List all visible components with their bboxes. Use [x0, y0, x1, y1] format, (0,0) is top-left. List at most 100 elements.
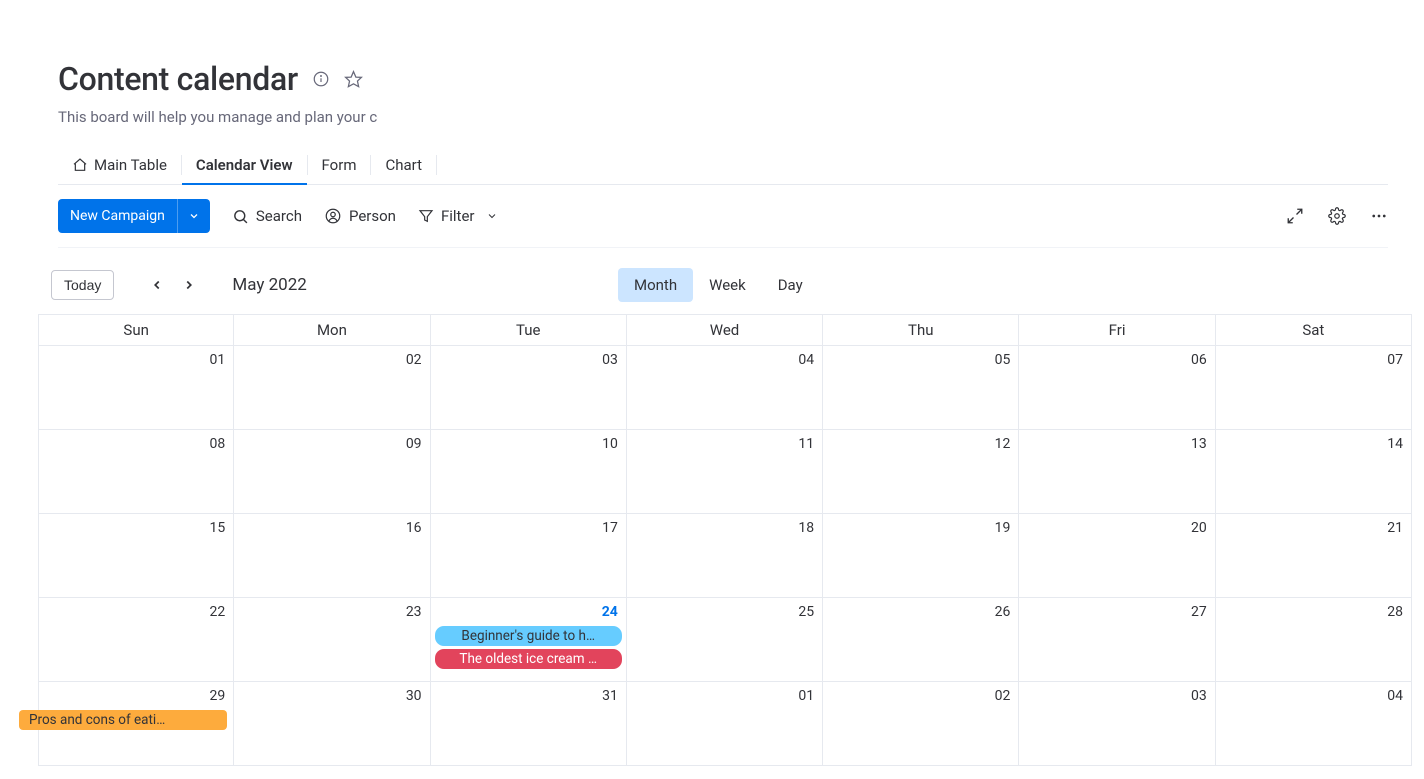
day-cell[interactable]: 16 — [234, 514, 430, 598]
day-cell[interactable]: 08 — [38, 430, 234, 514]
day-cell[interactable]: 23 — [234, 598, 430, 682]
star-icon[interactable] — [344, 70, 363, 89]
day-cell[interactable]: 02 — [234, 346, 430, 430]
day-cell[interactable]: 03 — [431, 346, 627, 430]
tab-form[interactable]: Form — [308, 146, 371, 184]
day-cell[interactable]: 28 — [1216, 598, 1412, 682]
day-cell[interactable]: 12 — [823, 430, 1019, 514]
person-button[interactable]: Person — [324, 207, 396, 225]
day-number: 28 — [1387, 604, 1403, 620]
chevron-down-icon[interactable] — [177, 199, 210, 233]
day-cell[interactable]: 25 — [627, 598, 823, 682]
day-number: 15 — [210, 520, 226, 536]
day-cell[interactable]: 26 — [823, 598, 1019, 682]
day-number: 12 — [995, 436, 1011, 452]
day-cell[interactable]: 01 — [627, 682, 823, 766]
day-cell[interactable]: 11 — [627, 430, 823, 514]
calendar-event[interactable]: Beginner's guide to h… — [435, 626, 622, 646]
next-month-icon[interactable] — [182, 278, 196, 292]
more-icon[interactable] — [1370, 207, 1388, 225]
calendar-event[interactable]: The oldest ice cream … — [435, 649, 622, 669]
day-cell[interactable]: 31 — [431, 682, 627, 766]
today-button[interactable]: Today — [51, 270, 114, 300]
day-header: Sat — [1216, 315, 1412, 346]
day-header: Tue — [431, 315, 627, 346]
day-header: Sun — [38, 315, 234, 346]
calendar-event[interactable]: Pros and cons of eati… — [19, 710, 227, 730]
page-subtitle: This board will help you manage and plan… — [58, 108, 378, 126]
day-cell[interactable]: 10 — [431, 430, 627, 514]
day-cell[interactable]: 02 — [823, 682, 1019, 766]
day-cell[interactable]: 14 — [1216, 430, 1412, 514]
day-cell[interactable]: 19 — [823, 514, 1019, 598]
day-cell[interactable]: 03 — [1019, 682, 1215, 766]
day-number: 04 — [798, 352, 814, 368]
day-number: 26 — [995, 604, 1011, 620]
filter-button[interactable]: Filter — [418, 207, 498, 225]
day-cell[interactable]: 09 — [234, 430, 430, 514]
day-number: 25 — [798, 604, 814, 620]
search-button[interactable]: Search — [232, 207, 302, 225]
day-cell[interactable]: 24 Beginner's guide to h… The oldest ice c… — [431, 598, 627, 682]
day-number: 10 — [602, 436, 618, 452]
day-cell[interactable]: 05 — [823, 346, 1019, 430]
new-campaign-button[interactable]: New Campaign — [58, 199, 210, 233]
day-number: 24 — [602, 604, 618, 620]
divider — [436, 155, 437, 175]
calendar-nav: Today May 2022 Month Week Day — [58, 248, 1388, 314]
day-header: Wed — [627, 315, 823, 346]
day-cell[interactable]: 13 — [1019, 430, 1215, 514]
view-day-button[interactable]: Day — [762, 268, 819, 302]
day-number: 09 — [406, 436, 422, 452]
day-number: 03 — [1191, 688, 1207, 704]
day-number: 20 — [1191, 520, 1207, 536]
day-cell[interactable]: 30 — [234, 682, 430, 766]
day-cell[interactable]: 29Pros and cons of eati… — [38, 682, 234, 766]
tab-label: Chart — [385, 156, 422, 174]
day-number: 19 — [995, 520, 1011, 536]
month-label: May 2022 — [232, 275, 306, 295]
day-number: 03 — [602, 352, 618, 368]
tab-calendar-view[interactable]: Calendar View — [182, 146, 307, 184]
tab-chart[interactable]: Chart — [371, 146, 436, 184]
day-header: Thu — [823, 315, 1019, 346]
day-number: 04 — [1387, 688, 1403, 704]
day-number: 23 — [406, 604, 422, 620]
filter-icon — [418, 208, 434, 224]
day-cell[interactable]: 15 — [38, 514, 234, 598]
view-week-button[interactable]: Week — [693, 268, 762, 302]
info-icon[interactable] — [312, 70, 330, 88]
tab-label: Main Table — [94, 156, 167, 174]
search-icon — [232, 208, 249, 225]
day-number: 11 — [798, 436, 814, 452]
day-cell[interactable]: 06 — [1019, 346, 1215, 430]
expand-icon[interactable] — [1286, 207, 1304, 225]
gear-icon[interactable] — [1328, 207, 1346, 225]
view-month-button[interactable]: Month — [618, 268, 693, 302]
day-number: 02 — [406, 352, 422, 368]
day-cell[interactable]: 27 — [1019, 598, 1215, 682]
view-tabs: Main Table Calendar View Form Chart — [58, 146, 1388, 185]
day-number: 27 — [1191, 604, 1207, 620]
prev-month-icon[interactable] — [150, 278, 164, 292]
day-cell[interactable]: 17 — [431, 514, 627, 598]
day-cell[interactable]: 18 — [627, 514, 823, 598]
person-label: Person — [349, 207, 396, 225]
day-number: 06 — [1191, 352, 1207, 368]
day-cell[interactable]: 20 — [1019, 514, 1215, 598]
day-cell[interactable]: 04 — [627, 346, 823, 430]
chevron-down-icon — [486, 210, 498, 222]
day-number: 08 — [210, 436, 226, 452]
day-header: Fri — [1019, 315, 1215, 346]
person-icon — [324, 207, 342, 225]
day-header: Mon — [234, 315, 430, 346]
day-cell[interactable]: 01 — [38, 346, 234, 430]
page-title: Content calendar — [58, 60, 298, 98]
day-cell[interactable]: 21 — [1216, 514, 1412, 598]
day-number: 01 — [798, 688, 814, 704]
day-cell[interactable]: 04 — [1216, 682, 1412, 766]
tab-main-table[interactable]: Main Table — [58, 146, 181, 184]
home-icon — [72, 157, 88, 173]
day-cell[interactable]: 07 — [1216, 346, 1412, 430]
day-cell[interactable]: 22 — [38, 598, 234, 682]
